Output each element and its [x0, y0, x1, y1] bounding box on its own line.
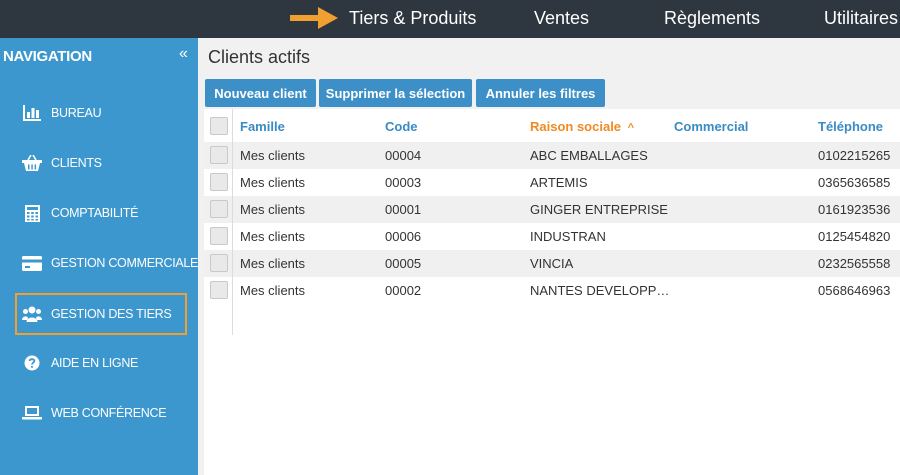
calculator-icon	[22, 204, 42, 222]
sidebar-item-comptabilite[interactable]: COMPTABILITÉ	[22, 198, 138, 228]
column-header-raison-sociale[interactable]: Raison sociale ^	[530, 119, 634, 134]
table-row[interactable]: Mes clients 00001 GINGER ENTREPRISE 0161…	[204, 196, 900, 223]
cell-raison-sociale: ABC EMBALLAGES	[530, 148, 648, 163]
users-icon	[22, 305, 42, 323]
table-row[interactable]: Mes clients 00006 INDUSTRAN 0125454820	[204, 223, 900, 250]
row-checkbox[interactable]	[210, 254, 228, 272]
topnav-utilitaires[interactable]: Utilitaires	[824, 0, 898, 38]
cell-telephone: 0568646963	[818, 283, 891, 298]
delete-selection-button[interactable]: Supprimer la sélection	[319, 79, 472, 107]
checkbox-column-divider	[232, 109, 233, 335]
sidebar-item-label: BUREAU	[51, 106, 102, 120]
cell-code: 00003	[385, 175, 422, 190]
cell-code: 00001	[385, 202, 422, 217]
reset-filters-button[interactable]: Annuler les filtres	[476, 79, 605, 107]
cell-telephone: 0232565558	[818, 256, 891, 271]
row-checkbox[interactable]	[210, 281, 228, 299]
topnav-tiers-produits[interactable]: Tiers & Produits	[349, 0, 476, 38]
cell-raison-sociale: INDUSTRAN	[530, 229, 606, 244]
sidebar-item-label: COMPTABILITÉ	[51, 206, 139, 220]
topnav-reglements[interactable]: Règlements	[664, 0, 760, 38]
sidebar-item-gestion-des-tiers[interactable]: GESTION DES TIERS	[22, 299, 172, 329]
question-circle-icon	[22, 354, 42, 372]
collapse-sidebar-icon[interactable]: «	[179, 45, 188, 63]
row-checkbox[interactable]	[210, 173, 228, 191]
sidebar-item-clients[interactable]: CLIENTS	[22, 148, 102, 178]
topnav-ventes[interactable]: Ventes	[534, 0, 589, 38]
sidebar-item-web-conference[interactable]: WEB CONFÉRENCE	[22, 398, 167, 428]
row-checkbox[interactable]	[210, 200, 228, 218]
clients-table: Famille Code Raison sociale ^ Commercial…	[204, 109, 900, 475]
row-checkbox[interactable]	[210, 227, 228, 245]
cell-telephone: 0161923536	[818, 202, 891, 217]
column-header-label: Raison sociale	[530, 119, 622, 134]
table-row[interactable]: Mes clients 00002 NANTES DEVELOPP… 05686…	[204, 277, 900, 304]
cell-code: 00002	[385, 283, 422, 298]
basket-icon	[22, 154, 42, 172]
cell-telephone: 0102215265	[818, 148, 891, 163]
sidebar-item-label: CLIENTS	[51, 156, 102, 170]
cell-famille: Mes clients	[240, 256, 306, 271]
sidebar-item-bureau[interactable]: BUREAU	[22, 98, 102, 128]
sidebar-item-aide-en-ligne[interactable]: AIDE EN LIGNE	[22, 348, 138, 378]
cell-telephone: 0125454820	[818, 229, 891, 244]
cell-famille: Mes clients	[240, 283, 306, 298]
page-title: Clients actifs	[208, 47, 311, 67]
row-checkbox[interactable]	[210, 146, 228, 164]
cell-famille: Mes clients	[240, 202, 306, 217]
sidebar-item-gestion-commerciale[interactable]: GESTION COMMERCIALE	[22, 248, 198, 278]
column-header-famille[interactable]: Famille	[240, 119, 285, 134]
sidebar-item-label: WEB CONFÉRENCE	[51, 406, 167, 420]
sidebar-title: NAVIGATION	[3, 48, 92, 65]
cell-famille: Mes clients	[240, 148, 306, 163]
cell-famille: Mes clients	[240, 175, 306, 190]
cell-raison-sociale: NANTES DEVELOPP…	[530, 283, 670, 298]
column-header-commercial[interactable]: Commercial	[674, 119, 748, 134]
sidebar-item-label: GESTION DES TIERS	[51, 307, 172, 321]
cell-telephone: 0365636585	[818, 175, 891, 190]
new-client-button[interactable]: Nouveau client	[205, 79, 316, 107]
top-navigation-bar: Tiers & Produits Ventes Règlements Utili…	[0, 0, 900, 38]
table-row[interactable]: Mes clients 00005 VINCIA 0232565558	[204, 250, 900, 277]
cell-raison-sociale: VINCIA	[530, 256, 574, 271]
cell-raison-sociale: ARTEMIS	[530, 175, 588, 190]
column-header-code[interactable]: Code	[385, 119, 418, 134]
table-row[interactable]: Mes clients 00003 ARTEMIS 0365636585	[204, 169, 900, 196]
column-header-telephone[interactable]: Téléphone	[818, 119, 883, 134]
table-row[interactable]: Mes clients 00004 ABC EMBALLAGES 0102215…	[204, 142, 900, 169]
sidebar-item-label: GESTION COMMERCIALE	[51, 256, 199, 270]
cell-famille: Mes clients	[240, 229, 306, 244]
cell-raison-sociale: GINGER ENTREPRISE	[530, 202, 668, 217]
arrow-right-icon	[290, 7, 338, 29]
laptop-icon	[22, 404, 42, 422]
sort-ascending-icon: ^	[627, 122, 635, 134]
bar-chart-icon	[22, 104, 42, 122]
main-content: Clients actifs Nouveau client Supprimer …	[198, 38, 900, 475]
cell-code: 00005	[385, 256, 422, 271]
cell-code: 00004	[385, 148, 422, 163]
select-all-checkbox[interactable]	[210, 117, 228, 135]
credit-card-icon	[22, 254, 42, 272]
sidebar-item-label: AIDE EN LIGNE	[51, 356, 139, 370]
cell-code: 00006	[385, 229, 422, 244]
sidebar: NAVIGATION « BUREAU CLIENTS COMPTABILITÉ…	[0, 38, 198, 475]
